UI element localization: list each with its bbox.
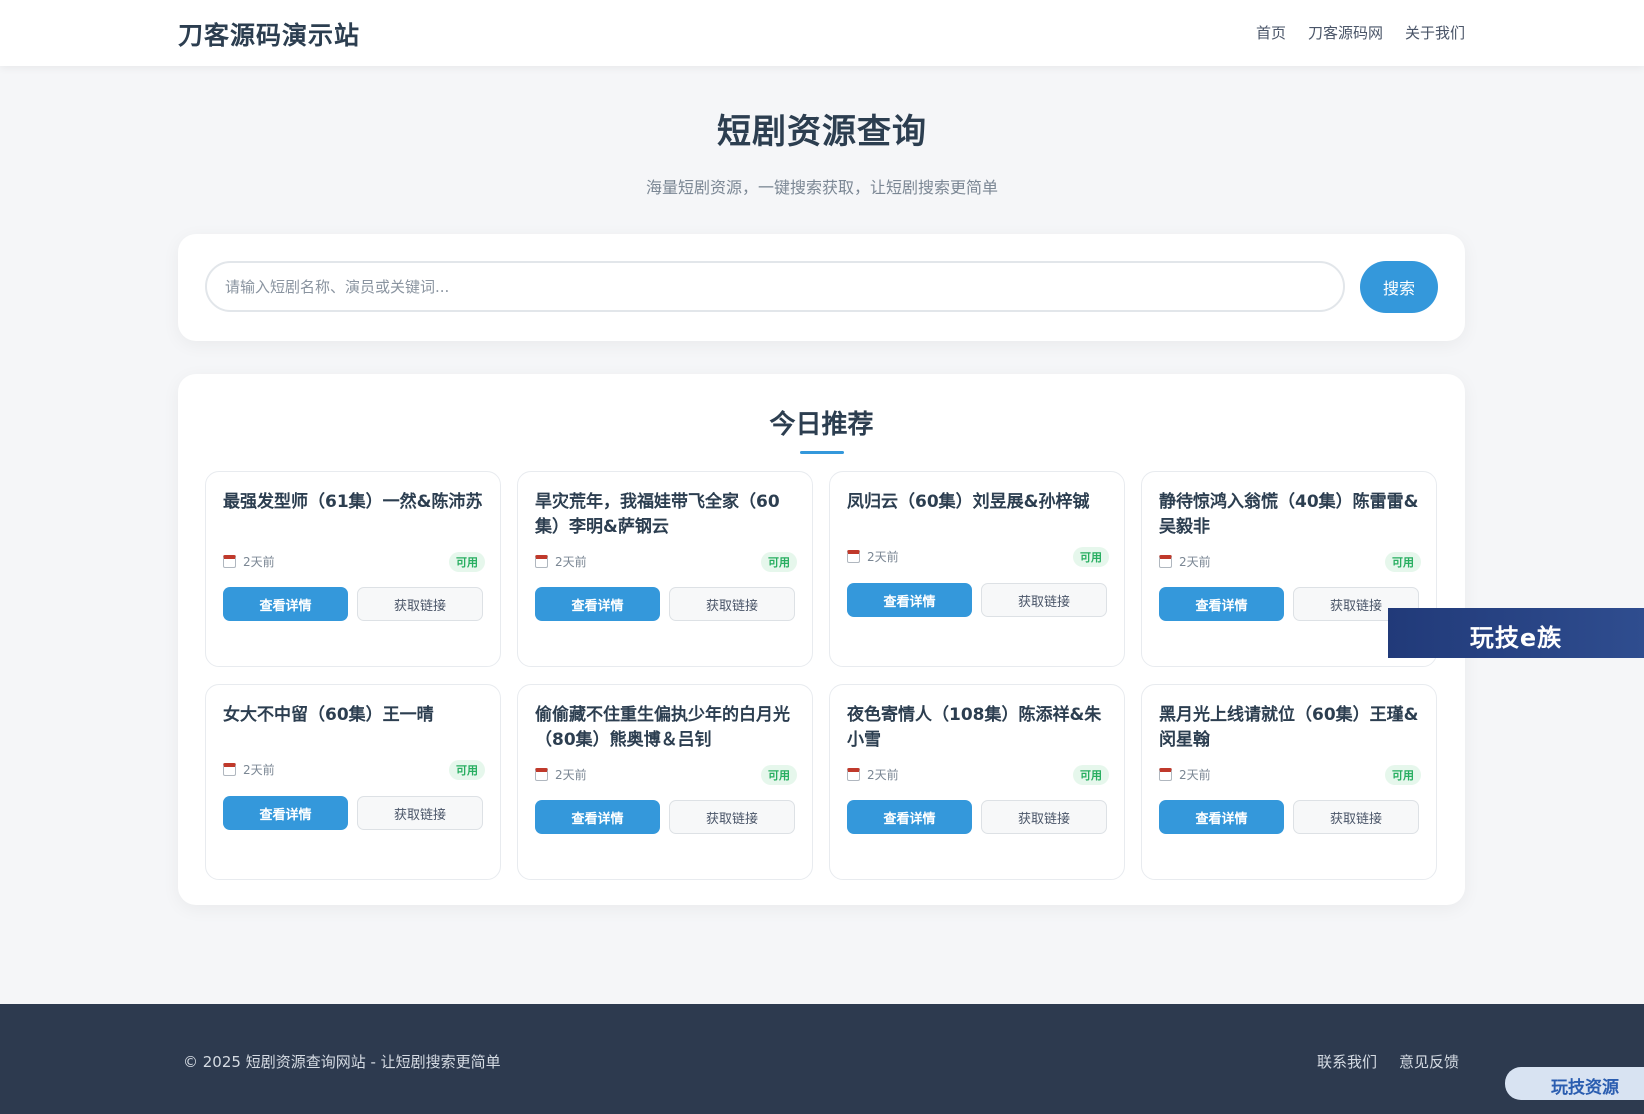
view-detail-button[interactable]: 查看详情 <box>847 583 972 617</box>
drama-card: 夜色寄情人（108集）陈添祥&朱小雪 2天前 可用 查看详情 获取链接 <box>829 684 1125 880</box>
drama-meta: 2天前 可用 <box>1159 552 1421 572</box>
drama-title: 旱灾荒年，我福娃带飞全家（60集）李明&萨钢云 <box>535 492 780 537</box>
nav-home-link[interactable]: 首页 <box>1256 22 1286 43</box>
drama-card: 黑月光上线请就位（60集）王瑾&闵星翰 2天前 可用 查看详情 获取链接 <box>1141 684 1437 880</box>
card-actions: 查看详情 获取链接 <box>223 587 483 621</box>
drama-card: 偷偷藏不住重生偏执少年的白月光（80集）熊奥博＆吕钊 2天前 可用 查看详情 获… <box>517 684 813 880</box>
drama-grid: 最强发型师（61集）一然&陈沛苏 2天前 可用 查看详情 获取链接 旱灾荒年，我… <box>205 471 1438 880</box>
drama-card: 凤归云（60集）刘昱展&孙梓铖 2天前 可用 查看详情 获取链接 <box>829 471 1125 667</box>
contact-us-link[interactable]: 联系我们 <box>1317 1051 1377 1072</box>
calendar-icon <box>535 555 548 568</box>
get-link-button[interactable]: 获取链接 <box>669 587 795 621</box>
drama-date: 2天前 <box>555 555 587 569</box>
get-link-button[interactable]: 获取链接 <box>981 583 1107 617</box>
status-badge: 可用 <box>1073 765 1109 785</box>
search-panel: 搜索 <box>178 234 1465 341</box>
drama-title: 黑月光上线请就位（60集）王瑾&闵星翰 <box>1159 705 1419 750</box>
drama-title: 女大不中留（60集）王一晴 <box>223 705 434 725</box>
page-title: 短剧资源查询 <box>717 112 927 152</box>
drama-title: 凤归云（60集）刘昱展&孙梓铖 <box>847 492 1090 512</box>
title-underline <box>800 451 844 454</box>
feedback-link[interactable]: 意见反馈 <box>1399 1051 1459 1072</box>
drama-card: 女大不中留（60集）王一晴 2天前 可用 查看详情 获取链接 <box>205 684 501 880</box>
view-detail-button[interactable]: 查看详情 <box>223 796 348 830</box>
calendar-icon <box>1159 555 1172 568</box>
drama-meta: 2天前 可用 <box>223 760 485 780</box>
status-badge: 可用 <box>449 760 485 780</box>
copyright-text: © 2025 短剧资源查询网站 - 让短剧搜索更简单 <box>183 1053 501 1071</box>
drama-card: 最强发型师（61集）一然&陈沛苏 2天前 可用 查看详情 获取链接 <box>205 471 501 667</box>
drama-card: 旱灾荒年，我福娃带飞全家（60集）李明&萨钢云 2天前 可用 查看详情 获取链接 <box>517 471 813 667</box>
view-detail-button[interactable]: 查看详情 <box>535 800 660 834</box>
view-detail-button[interactable]: 查看详情 <box>1159 587 1284 621</box>
get-link-button[interactable]: 获取链接 <box>669 800 795 834</box>
card-actions: 查看详情 获取链接 <box>847 583 1107 617</box>
get-link-button[interactable]: 获取链接 <box>357 587 483 621</box>
status-badge: 可用 <box>761 765 797 785</box>
page-subtitle: 海量短剧资源，一键搜索获取，让短剧搜索更简单 <box>645 178 998 197</box>
drama-date: 2天前 <box>243 555 275 569</box>
site-footer: © 2025 短剧资源查询网站 - 让短剧搜索更简单 联系我们 意见反馈 <box>0 1004 1644 1114</box>
drama-title: 夜色寄情人（108集）陈添祥&朱小雪 <box>847 705 1102 750</box>
calendar-icon <box>535 768 548 781</box>
watermark-banner: 玩技e族 <box>1388 608 1644 658</box>
view-detail-button[interactable]: 查看详情 <box>847 800 972 834</box>
card-actions: 查看详情 获取链接 <box>535 800 795 834</box>
drama-date: 2天前 <box>555 768 587 782</box>
site-brand[interactable]: 刀客源码演示站 <box>178 16 360 52</box>
status-badge: 可用 <box>1073 547 1109 567</box>
nav-daoke-link[interactable]: 刀客源码网 <box>1308 22 1383 43</box>
footer-links: 联系我们 意见反馈 <box>1317 1051 1459 1072</box>
drama-date: 2天前 <box>1179 768 1211 782</box>
nav-about-link[interactable]: 关于我们 <box>1405 22 1465 43</box>
calendar-icon <box>847 768 860 781</box>
drama-meta: 2天前 可用 <box>535 552 797 572</box>
view-detail-button[interactable]: 查看详情 <box>223 587 348 621</box>
view-detail-button[interactable]: 查看详情 <box>1159 800 1284 834</box>
status-badge: 可用 <box>1385 552 1421 572</box>
status-badge: 可用 <box>761 552 797 572</box>
drama-meta: 2天前 可用 <box>847 765 1109 785</box>
calendar-icon <box>223 763 236 776</box>
card-actions: 查看详情 获取链接 <box>1159 800 1419 834</box>
drama-meta: 2天前 可用 <box>223 552 485 572</box>
drama-title: 静待惊鸿入翁慌（40集）陈雷雷&吴毅非 <box>1159 492 1419 537</box>
drama-date: 2天前 <box>243 763 275 777</box>
calendar-icon <box>1159 768 1172 781</box>
drama-date: 2天前 <box>867 768 899 782</box>
watermark-pill-text: 玩技资源 <box>1551 1078 1619 1098</box>
watermark-pill: 玩技资源 <box>1505 1067 1644 1100</box>
calendar-icon <box>223 555 236 568</box>
view-detail-button[interactable]: 查看详情 <box>535 587 660 621</box>
drama-meta: 2天前 可用 <box>847 547 1109 567</box>
status-badge: 可用 <box>1385 765 1421 785</box>
drama-date: 2天前 <box>1179 555 1211 569</box>
recommend-panel: 今日推荐 最强发型师（61集）一然&陈沛苏 2天前 可用 查看详情 获取链接 旱… <box>178 374 1465 905</box>
card-actions: 查看详情 获取链接 <box>847 800 1107 834</box>
card-actions: 查看详情 获取链接 <box>1159 587 1419 621</box>
drama-title: 偷偷藏不住重生偏执少年的白月光（80集）熊奥博＆吕钊 <box>535 705 790 750</box>
watermark-banner-text: 玩技e族 <box>1469 624 1563 652</box>
get-link-button[interactable]: 获取链接 <box>357 796 483 830</box>
status-badge: 可用 <box>449 552 485 572</box>
drama-meta: 2天前 可用 <box>1159 765 1421 785</box>
card-actions: 查看详情 获取链接 <box>223 796 483 830</box>
card-actions: 查看详情 获取链接 <box>535 587 795 621</box>
drama-meta: 2天前 可用 <box>535 765 797 785</box>
search-input[interactable] <box>205 261 1345 312</box>
recommend-title: 今日推荐 <box>769 410 874 440</box>
drama-title: 最强发型师（61集）一然&陈沛苏 <box>223 492 483 512</box>
search-button[interactable]: 搜索 <box>1360 261 1438 313</box>
top-nav: 首页 刀客源码网 关于我们 <box>1256 22 1465 43</box>
site-header: 刀客源码演示站 首页 刀客源码网 关于我们 <box>0 0 1644 66</box>
calendar-icon <box>847 550 860 563</box>
get-link-button[interactable]: 获取链接 <box>1293 800 1419 834</box>
drama-date: 2天前 <box>867 550 899 564</box>
get-link-button[interactable]: 获取链接 <box>981 800 1107 834</box>
